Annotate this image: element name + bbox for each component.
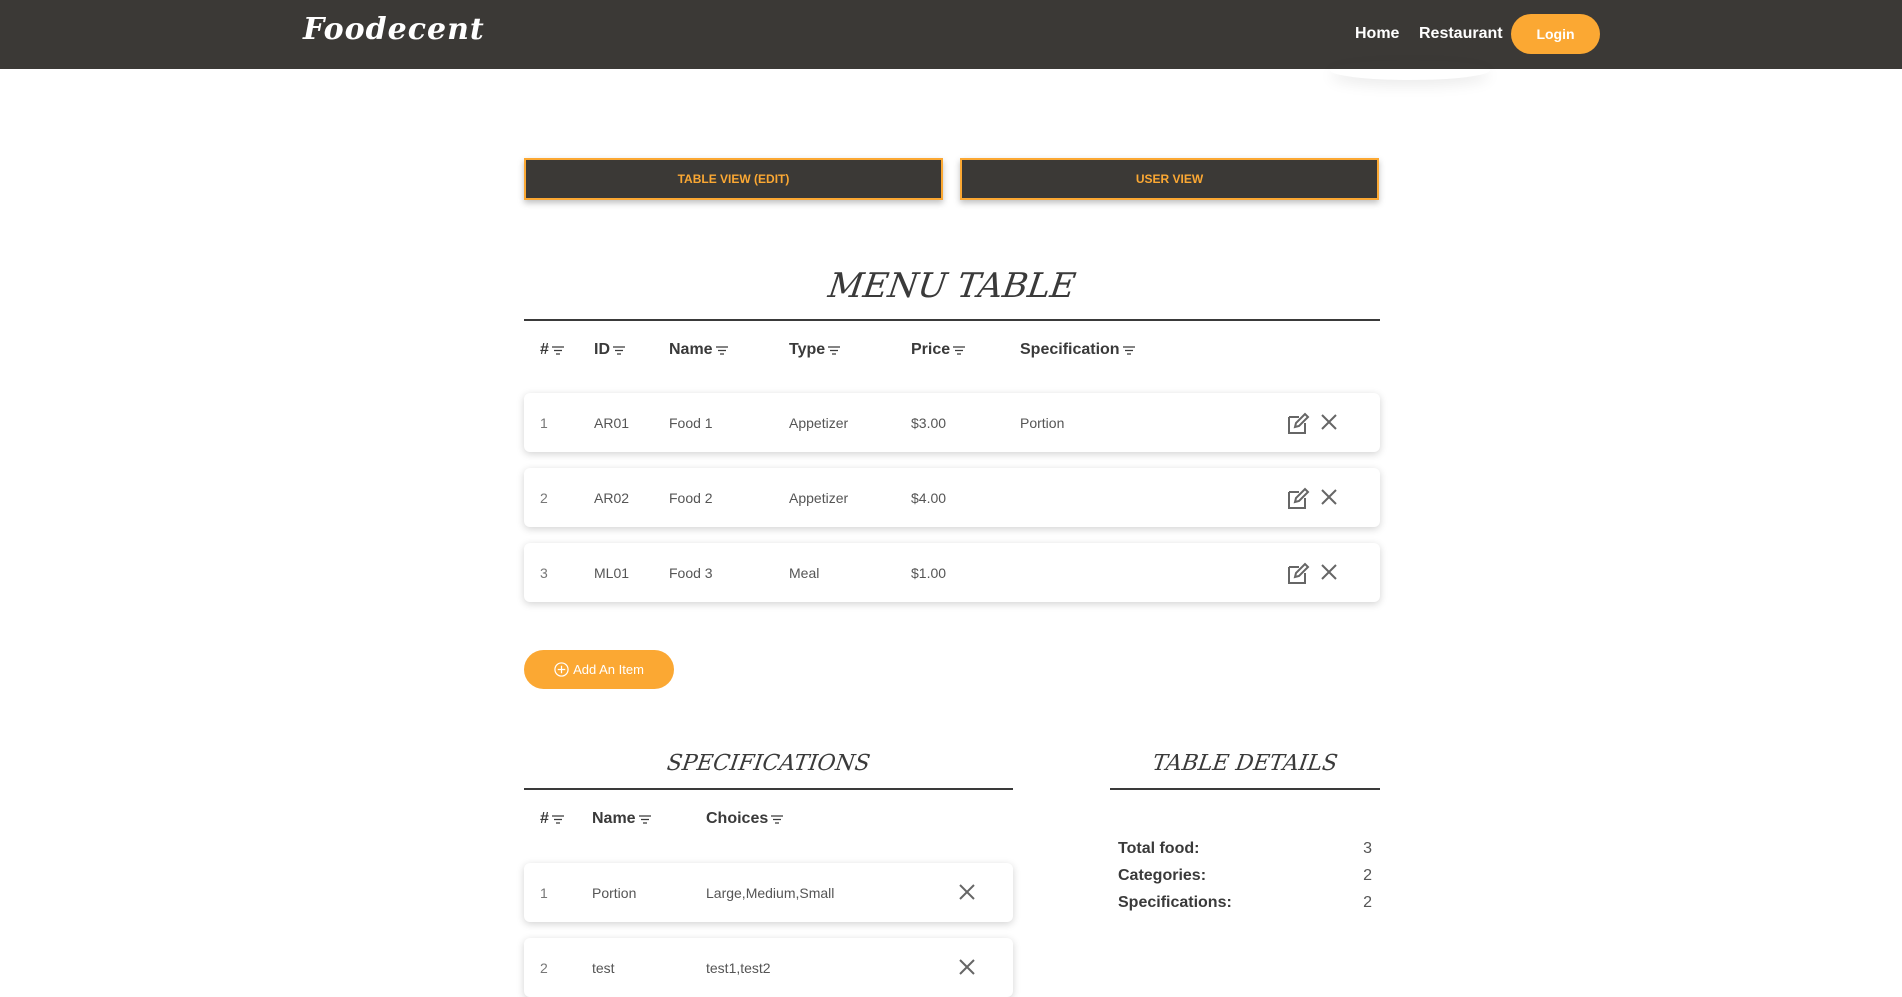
- row-id: AR01: [594, 415, 630, 431]
- close-icon[interactable]: [1317, 485, 1341, 509]
- detail-value-total-food: 3: [1363, 840, 1372, 857]
- detail-value-specifications: 2: [1363, 894, 1372, 911]
- row-number: 3: [540, 565, 548, 581]
- table-row: 2 AR02 Food 2 Appetizer $4.00: [524, 468, 1380, 527]
- row-name: Portion: [592, 885, 637, 901]
- sort-icon[interactable]: [953, 345, 966, 355]
- plus-circle-icon: [554, 662, 569, 677]
- row-type: Appetizer: [789, 415, 849, 431]
- detail-label-specifications: Specifications:: [1118, 894, 1232, 911]
- menu-table-title: MENU TABLE: [825, 266, 1079, 306]
- specifications-title: SPECIFICATIONS: [665, 751, 872, 776]
- add-item-label: Add An Item: [573, 662, 644, 677]
- user-view-button[interactable]: USER VIEW: [960, 158, 1379, 200]
- sort-icon[interactable]: [613, 345, 625, 355]
- edit-icon[interactable]: [1286, 487, 1310, 511]
- row-price: $3.00: [911, 415, 947, 431]
- close-icon[interactable]: [955, 955, 979, 979]
- row-number: 1: [540, 415, 548, 431]
- nav-link-home[interactable]: Home: [1355, 25, 1399, 43]
- table-row: 3 ML01 Food 3 Meal $1.00: [524, 543, 1380, 602]
- dropdown-shadow: [1330, 60, 1490, 80]
- table-details-divider: [1110, 788, 1380, 790]
- header-num[interactable]: #: [540, 341, 564, 359]
- spec-header-choices[interactable]: Choices: [706, 810, 784, 828]
- detail-label-total-food: Total food:: [1118, 840, 1200, 857]
- row-name: Food 2: [669, 490, 713, 506]
- edit-icon[interactable]: [1286, 562, 1310, 586]
- row-id: AR02: [594, 490, 630, 506]
- row-number: 2: [540, 490, 548, 506]
- login-button[interactable]: Login: [1511, 14, 1600, 54]
- spec-row: 2 test test1,test2: [524, 938, 1013, 997]
- sort-icon[interactable]: [771, 814, 784, 824]
- sort-icon[interactable]: [828, 345, 841, 355]
- spec-row: 1 Portion Large,Medium,Small: [524, 863, 1013, 922]
- row-type: Meal: [789, 565, 820, 581]
- table-view-edit-button[interactable]: TABLE VIEW (EDIT): [524, 158, 943, 200]
- spec-header-name[interactable]: Name: [592, 810, 651, 828]
- row-name: Food 1: [669, 415, 713, 431]
- sort-icon[interactable]: [638, 814, 651, 824]
- table-details-title: TABLE DETAILS: [1150, 751, 1340, 776]
- row-name: Food 3: [669, 565, 713, 581]
- sort-icon[interactable]: [715, 345, 728, 355]
- spec-header-num[interactable]: #: [540, 810, 564, 828]
- row-price: $4.00: [911, 490, 947, 506]
- sort-icon[interactable]: [1122, 345, 1135, 355]
- nav-link-restaurant[interactable]: Restaurant: [1419, 25, 1503, 43]
- specifications-divider: [524, 788, 1013, 790]
- sort-icon[interactable]: [551, 814, 564, 824]
- row-choices: Large,Medium,Small: [706, 885, 835, 901]
- row-number: 2: [540, 960, 548, 976]
- sort-icon[interactable]: [551, 345, 564, 355]
- row-name: test: [592, 960, 615, 976]
- row-specification: Portion: [1020, 415, 1065, 431]
- header-name[interactable]: Name: [669, 341, 728, 359]
- brand-logo[interactable]: Foodecent: [303, 12, 485, 47]
- close-icon[interactable]: [955, 880, 979, 904]
- row-choices: test1,test2: [706, 960, 771, 976]
- header-id[interactable]: ID: [594, 341, 625, 359]
- row-number: 1: [540, 885, 548, 901]
- close-icon[interactable]: [1317, 560, 1341, 584]
- row-type: Appetizer: [789, 490, 849, 506]
- header-specification[interactable]: Specification: [1020, 341, 1135, 359]
- menu-table-divider: [524, 319, 1380, 321]
- detail-label-categories: Categories:: [1118, 867, 1207, 884]
- detail-value-categories: 2: [1363, 867, 1372, 884]
- navbar: Foodecent Home Restaurant Login: [0, 0, 1902, 69]
- close-icon[interactable]: [1317, 410, 1341, 434]
- add-item-button[interactable]: Add An Item: [524, 650, 674, 689]
- row-id: ML01: [594, 565, 630, 581]
- table-row: 1 AR01 Food 1 Appetizer $3.00 Portion: [524, 393, 1380, 452]
- header-type[interactable]: Type: [789, 341, 841, 359]
- edit-icon[interactable]: [1286, 412, 1310, 436]
- header-price[interactable]: Price: [911, 341, 966, 359]
- row-price: $1.00: [911, 565, 947, 581]
